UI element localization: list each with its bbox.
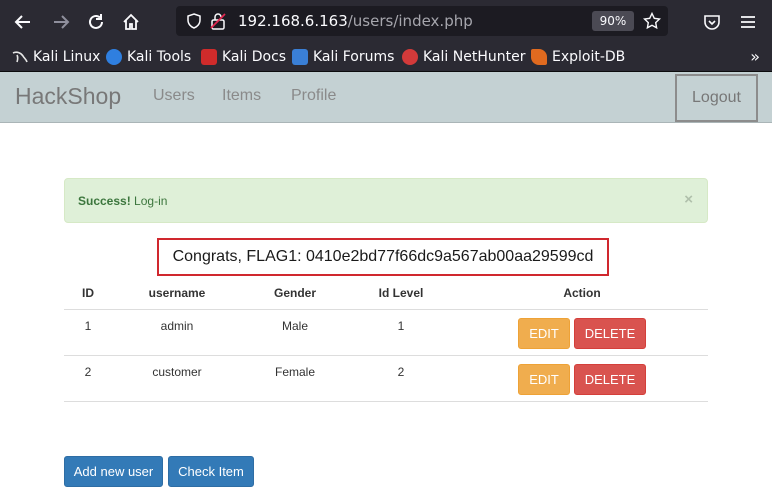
pocket-icon[interactable] — [699, 9, 725, 35]
zoom-indicator[interactable]: 90% — [592, 11, 634, 31]
bookmark-star-icon[interactable] — [642, 10, 662, 32]
menu-icon[interactable] — [735, 9, 761, 35]
chevron-more-icon[interactable]: » — [750, 47, 760, 66]
bookmark-label: Kali NetHunter — [423, 49, 526, 65]
add-new-user-button[interactable]: Add new user — [64, 456, 163, 487]
bookmark-label: Kali Docs — [222, 49, 287, 65]
table-row: 1 admin Male 1 EDIT DELETE — [64, 310, 708, 356]
table-row: 2 customer Female 2 EDIT DELETE — [64, 356, 708, 402]
forward-arrow-icon[interactable] — [48, 9, 74, 35]
brand-logo[interactable]: HackShop — [15, 83, 121, 110]
alert-message: Success! Log-in — [78, 194, 167, 208]
edit-button[interactable]: EDIT — [518, 364, 570, 395]
edit-button[interactable]: EDIT — [518, 318, 570, 349]
url-text[interactable]: 192.168.6.163/users/index.php — [238, 12, 473, 30]
bookmark-kali-forums[interactable]: Kali Forums — [292, 48, 394, 66]
table-header: ID username Gender Id Level Action — [64, 281, 708, 310]
logout-button[interactable]: Logout — [675, 74, 758, 122]
cell-gender: Male — [281, 319, 308, 333]
home-icon[interactable] — [118, 9, 144, 35]
insecure-lock-icon[interactable] — [208, 10, 228, 32]
bookmark-kali-linux[interactable]: Kali Linux — [12, 48, 100, 66]
header-username: username — [148, 286, 206, 300]
close-icon[interactable]: × — [684, 191, 693, 208]
header-action: Action — [563, 286, 601, 300]
exploit-db-icon — [531, 49, 547, 65]
kali-dragon-icon — [12, 49, 28, 65]
cell-id: 2 — [84, 365, 92, 379]
delete-button[interactable]: DELETE — [574, 364, 646, 395]
success-alert: Success! Log-in × — [64, 178, 708, 223]
browser-toolbar: 192.168.6.163/users/index.php 90% — [0, 0, 772, 42]
check-item-button[interactable]: Check Item — [168, 456, 254, 487]
kali-docs-icon — [201, 49, 217, 65]
reload-icon[interactable] — [83, 9, 109, 35]
back-arrow-icon[interactable] — [10, 9, 36, 35]
cell-level: 1 — [397, 319, 405, 333]
bookmark-label: Kali Linux — [33, 49, 101, 65]
cell-username: admin — [160, 319, 194, 333]
flag-message: Congrats, FLAG1: 0410e2bd77f66dc9a567ab0… — [157, 238, 609, 276]
delete-button[interactable]: DELETE — [574, 318, 646, 349]
nethunter-icon — [402, 49, 418, 65]
shield-icon[interactable] — [184, 10, 204, 32]
bookmarks-bar: Kali Linux Kali Tools Kali Docs Kali For… — [0, 42, 772, 72]
url-bar[interactable]: 192.168.6.163/users/index.php 90% — [176, 6, 668, 36]
bookmark-kali-docs[interactable]: Kali Docs — [201, 48, 286, 66]
bookmark-kali-tools[interactable]: Kali Tools — [106, 48, 191, 66]
bookmark-label: Exploit-DB — [552, 49, 626, 65]
site-navbar: HackShop Users Items Profile Logout — [0, 72, 772, 123]
header-id: ID — [82, 286, 94, 300]
kali-tools-icon — [106, 49, 122, 65]
cell-username: customer — [152, 365, 202, 379]
nav-items[interactable]: Items — [222, 87, 261, 105]
kali-forums-icon — [292, 49, 308, 65]
cell-gender: Female — [274, 365, 315, 379]
url-host: 192.168.6.163 — [238, 12, 348, 30]
nav-profile[interactable]: Profile — [291, 87, 336, 105]
bookmark-label: Kali Tools — [127, 49, 192, 65]
bookmark-kali-nethunter[interactable]: Kali NetHunter — [402, 48, 525, 66]
bookmark-label: Kali Forums — [313, 49, 395, 65]
cell-id: 1 — [84, 319, 92, 333]
url-path: /users/index.php — [347, 12, 473, 30]
alert-strong: Success! — [78, 194, 131, 208]
alert-text: Log-in — [134, 194, 168, 208]
cell-level: 2 — [397, 365, 405, 379]
bookmark-exploit-db[interactable]: Exploit-DB — [531, 48, 625, 66]
header-id-level: Id Level — [378, 286, 424, 300]
header-gender: Gender — [273, 286, 316, 300]
nav-users[interactable]: Users — [153, 87, 195, 105]
